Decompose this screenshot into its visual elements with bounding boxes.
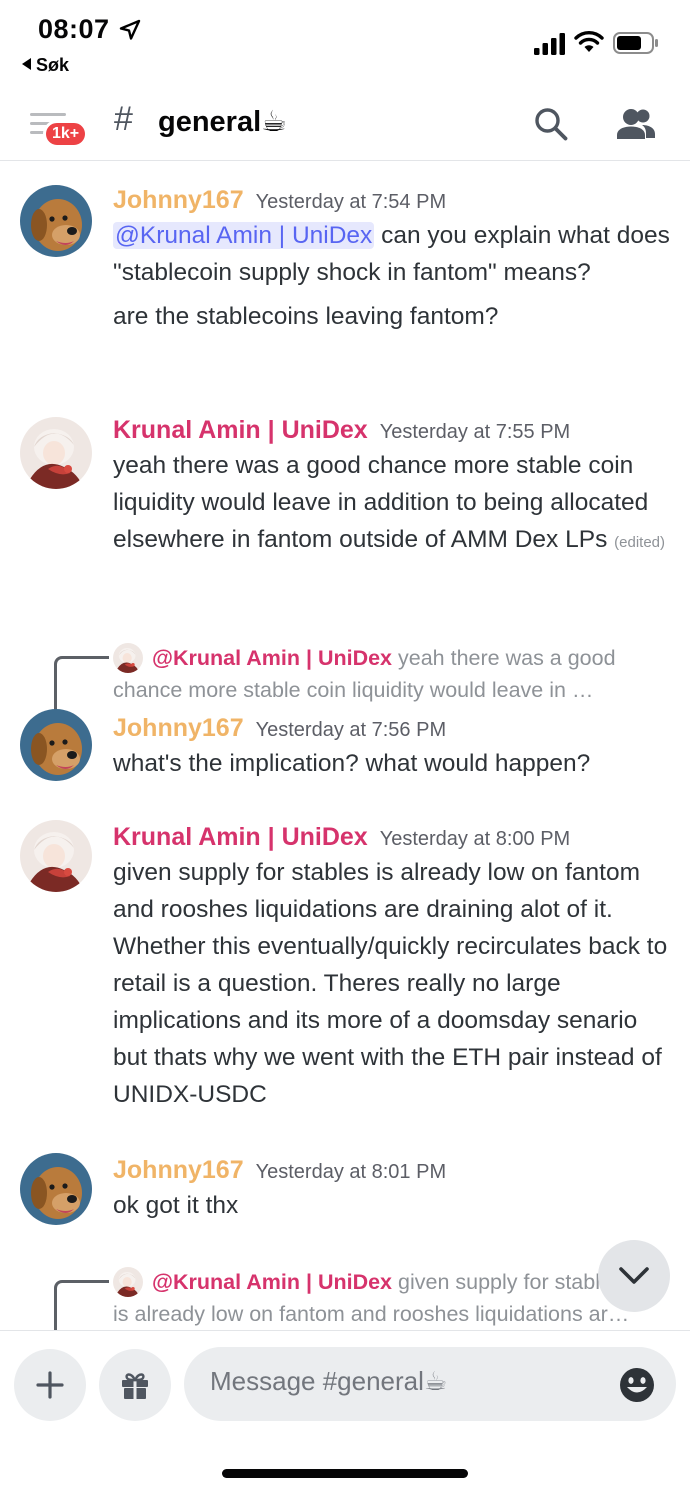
message-input[interactable]: Message #general☕ xyxy=(184,1347,676,1421)
unread-badge: 1k+ xyxy=(43,120,89,148)
avatar[interactable] xyxy=(20,1153,92,1225)
dog-avatar-image xyxy=(20,1153,92,1225)
plus-icon xyxy=(36,1371,64,1399)
location-arrow-icon xyxy=(119,19,141,40)
message-timestamp: Yesterday at 7:55 PM xyxy=(379,421,571,443)
gift-nitro-button[interactable] xyxy=(99,1349,171,1421)
wifi-icon xyxy=(574,31,604,52)
reply-author[interactable]: @Krunal Amin | UniDex xyxy=(152,646,392,670)
back-app-label: Søk xyxy=(36,55,70,75)
reply-avatar xyxy=(113,643,143,673)
reply-author[interactable]: @Krunal Amin | UniDex xyxy=(152,1270,392,1294)
user-mention[interactable]: @Krunal Amin | UniDex xyxy=(113,222,375,249)
dog-avatar-image xyxy=(20,185,92,257)
cellular-signal-icon xyxy=(534,33,565,55)
message-text: yeah there was a good chance more stable… xyxy=(113,452,649,553)
reply-spine-icon xyxy=(54,656,109,711)
author-name[interactable]: Krunal Amin | UniDex xyxy=(113,823,368,851)
chevron-down-icon xyxy=(619,1267,649,1284)
attach-button[interactable] xyxy=(14,1349,86,1421)
reply-reference[interactable]: @Krunal Amin | UniDex given supply for s… xyxy=(0,1260,690,1335)
anime-avatar-image xyxy=(20,820,92,892)
drawer-line-icon xyxy=(30,113,66,116)
channel-header: 1k+ # general☕ xyxy=(0,82,690,161)
message-timestamp: Yesterday at 8:01 PM xyxy=(255,1161,447,1183)
anime-avatar-image xyxy=(20,417,92,489)
message-content: @Krunal Amin | UniDex can you explain wh… xyxy=(113,217,672,335)
message-timestamp: Yesterday at 7:54 PM xyxy=(255,191,447,213)
reply-avatar xyxy=(113,1267,143,1297)
edited-label: (edited) xyxy=(614,534,665,551)
author-name[interactable]: Johnny167 xyxy=(113,186,244,214)
message-timestamp: Yesterday at 7:56 PM xyxy=(255,719,447,741)
avatar[interactable] xyxy=(20,820,92,892)
members-icon[interactable] xyxy=(616,106,656,142)
reply-reference[interactable]: @Krunal Amin | UniDex yeah there was a g… xyxy=(0,636,690,711)
back-to-app-link[interactable]: Søk xyxy=(22,55,69,76)
status-time: 08:07 xyxy=(38,14,110,44)
channel-hash-icon: # xyxy=(114,100,133,138)
message-input-placeholder: Message #general☕ xyxy=(210,1366,448,1396)
server-drawer-button[interactable]: 1k+ xyxy=(30,108,89,148)
reply-snippet: is already low on fantom and rooshes liq… xyxy=(113,1302,630,1326)
message-content: yeah there was a good chance more stable… xyxy=(113,447,672,561)
reply-spine-icon xyxy=(54,1280,109,1335)
dog-avatar-image xyxy=(20,709,92,781)
search-icon[interactable] xyxy=(533,106,569,142)
author-name[interactable]: Krunal Amin | UniDex xyxy=(113,416,368,444)
jump-to-bottom-button[interactable] xyxy=(598,1240,670,1312)
avatar[interactable] xyxy=(20,709,92,781)
author-name[interactable]: Johnny167 xyxy=(113,1156,244,1184)
message-text: given supply for stables is already low … xyxy=(113,859,668,1108)
home-indicator[interactable] xyxy=(222,1469,468,1478)
message-text: ok got it thx xyxy=(113,1192,239,1219)
author-name[interactable]: Johnny167 xyxy=(113,714,244,742)
reply-snippet: given supply for stables xyxy=(398,1270,623,1294)
message-text: are the stablecoins leaving fantom? xyxy=(113,303,499,330)
battery-icon xyxy=(613,32,658,54)
message-timestamp: Yesterday at 8:00 PM xyxy=(379,828,571,850)
reply-snippet: yeah there was a good xyxy=(398,646,616,670)
message-text: what's the implication? what would happe… xyxy=(113,750,591,777)
status-bar: 08:07 Søk xyxy=(0,0,690,82)
emoji-icon[interactable] xyxy=(618,1366,656,1404)
anime-avatar-image xyxy=(113,1267,143,1297)
avatar[interactable] xyxy=(20,417,92,489)
anime-avatar-image xyxy=(113,643,143,673)
channel-name[interactable]: general☕ xyxy=(158,104,287,139)
back-triangle-icon xyxy=(22,58,31,70)
gift-icon xyxy=(122,1373,148,1399)
reply-snippet: chance more stable coin liquidity would … xyxy=(113,678,594,702)
avatar[interactable] xyxy=(20,185,92,257)
